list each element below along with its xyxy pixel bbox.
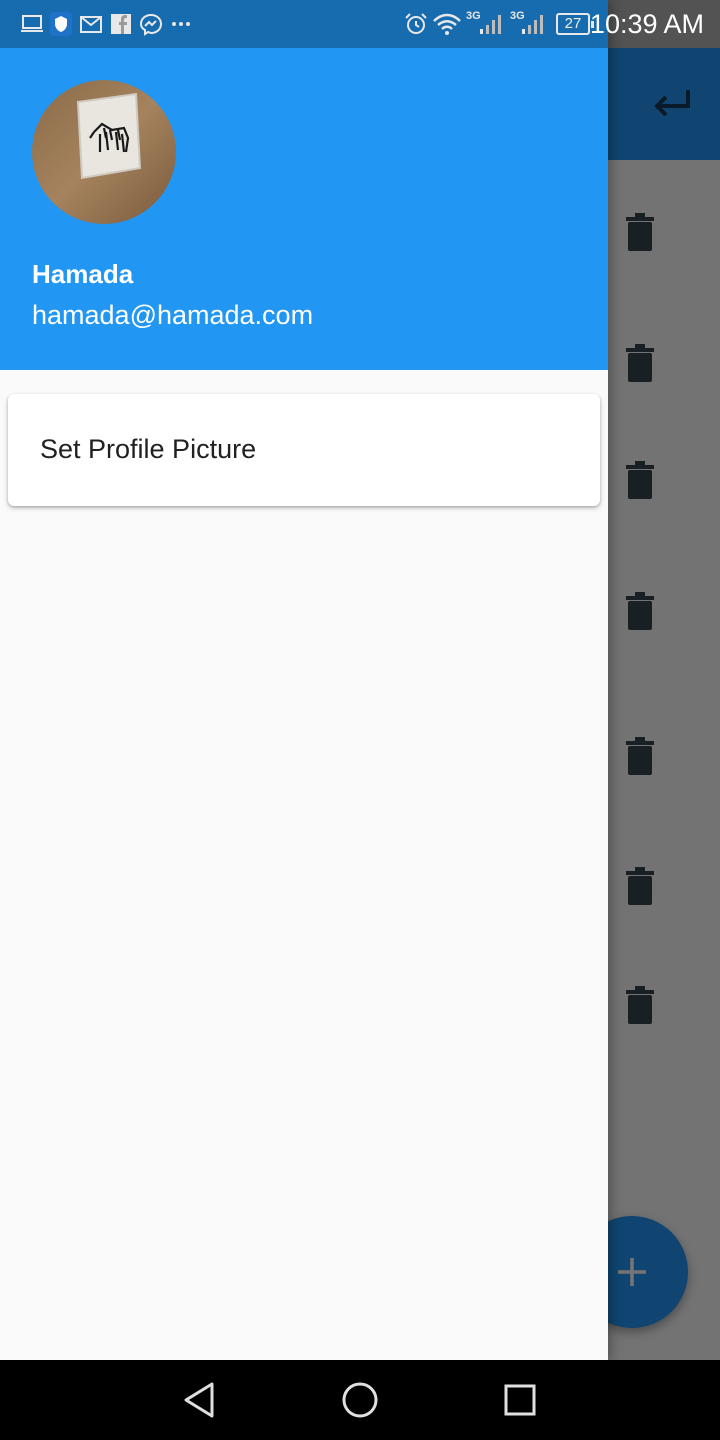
wifi-icon — [433, 13, 461, 35]
back-triangle-icon[interactable] — [178, 1378, 222, 1422]
signal-icon — [522, 15, 543, 34]
user-name: Hamada — [32, 259, 134, 289]
profile-photo — [32, 80, 176, 224]
clock: 10:39 AM — [589, 9, 704, 39]
user-email: hamada@hamada.com — [32, 300, 314, 330]
battery-icon: 27 — [556, 13, 594, 35]
facebook-icon — [111, 14, 131, 34]
navigation-drawer: Hamada hamada@hamada.com Set Profile Pic… — [0, 0, 608, 1360]
signal-icon — [480, 15, 501, 34]
recents-square-icon[interactable] — [498, 1378, 542, 1422]
avatar[interactable] — [32, 80, 176, 224]
system-nav-bar — [0, 1360, 720, 1440]
status-bar: 3G 3G 27 10:39 AM — [0, 0, 720, 48]
alarm-icon — [405, 13, 427, 34]
messenger-icon — [140, 13, 162, 36]
menu-item-set-profile-picture[interactable]: Set Profile Picture — [8, 394, 600, 506]
gmail-icon — [80, 16, 102, 33]
more-dots-icon — [172, 22, 190, 26]
shield-app-icon — [50, 12, 72, 36]
drawer-header: Hamada hamada@hamada.com — [0, 0, 608, 370]
laptop-icon — [21, 15, 43, 32]
home-circle-icon[interactable] — [338, 1378, 382, 1422]
menu-item-label: Set Profile Picture — [40, 434, 257, 464]
